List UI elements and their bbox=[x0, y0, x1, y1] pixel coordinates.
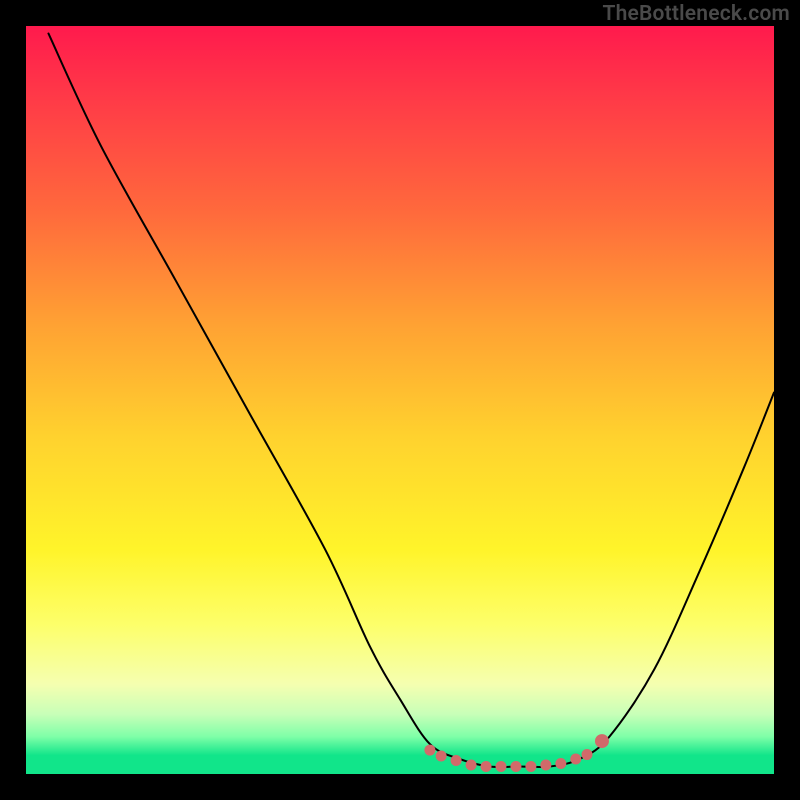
curve-marker bbox=[481, 761, 492, 772]
curve-marker bbox=[555, 758, 566, 769]
curve-marker bbox=[466, 760, 477, 771]
watermark-text: TheBottleneck.com bbox=[602, 2, 790, 26]
curve-marker bbox=[436, 751, 447, 762]
curve-marker bbox=[495, 761, 506, 772]
curve-marker bbox=[424, 745, 435, 756]
curve-marker bbox=[510, 761, 521, 772]
curve-marker bbox=[595, 734, 609, 748]
chart-gradient-area bbox=[26, 26, 774, 774]
curve-marker bbox=[582, 749, 593, 760]
curve-marker bbox=[451, 755, 462, 766]
bottleneck-curve bbox=[48, 33, 774, 767]
curve-marker bbox=[525, 761, 536, 772]
curve-marker bbox=[570, 754, 581, 765]
curve-markers bbox=[424, 734, 609, 772]
curve-marker bbox=[540, 760, 551, 771]
chart-svg bbox=[26, 26, 774, 774]
chart-frame: TheBottleneck.com bbox=[0, 0, 800, 800]
